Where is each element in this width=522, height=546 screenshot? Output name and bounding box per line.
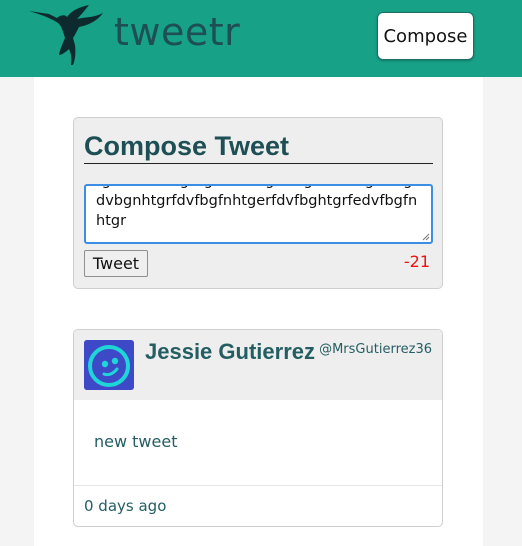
brand-title[interactable]: tweetr xyxy=(114,6,240,58)
tweet-header: Jessie Gutierrez @MrsGutierrez36 xyxy=(74,330,442,400)
tweet-card: Jessie Gutierrez @MrsGutierrez36 new twe… xyxy=(73,329,443,527)
tweet-textarea[interactable]: tgrfedsvfbdgthgerfdvfbgfnhtgrfedvfbgfnht… xyxy=(84,184,433,244)
tweet-body: new tweet xyxy=(94,432,178,451)
resize-handle-icon[interactable] xyxy=(422,233,430,241)
tweet-author-name: Jessie Gutierrez xyxy=(145,339,315,364)
hummingbird-icon xyxy=(29,5,103,65)
top-navbar: tweetr Compose xyxy=(0,0,522,77)
tweet-timestamp: 0 days ago xyxy=(84,497,167,515)
tweet-author-handle: @MrsGutierrez36 xyxy=(319,342,432,357)
compose-button[interactable]: Compose xyxy=(377,12,474,60)
char-counter: -21 xyxy=(403,252,430,271)
compose-title: Compose Tweet xyxy=(84,128,433,164)
tweet-button[interactable]: Tweet xyxy=(84,250,148,277)
smiley-avatar-icon xyxy=(84,340,134,390)
compose-panel: Compose Tweet tgrfedsvfbdgthgerfdvfbgfnh… xyxy=(73,117,443,289)
tweet-footer: 0 days ago xyxy=(74,485,442,526)
tweet-textarea-value[interactable]: tgrfedsvfbdgthgerfdvfbgfnhtgrfedvfbgfnht… xyxy=(96,186,426,231)
